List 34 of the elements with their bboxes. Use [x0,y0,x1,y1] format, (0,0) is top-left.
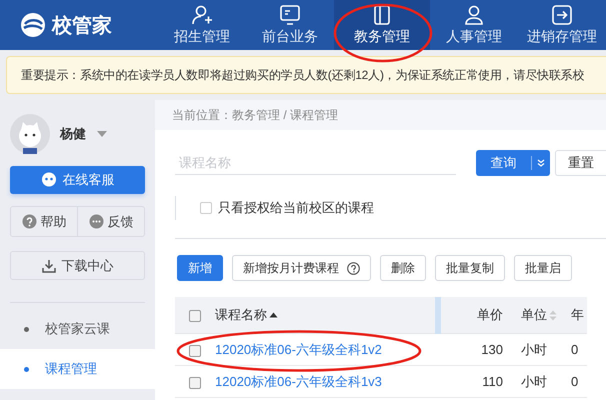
nav-tab[interactable]: 前台业务 [246,0,334,50]
sidebar-menu-item[interactable]: 课程管理 [0,349,155,389]
table-cell: 小时 [521,374,547,388]
nav-tab[interactable]: 人事管理 [430,0,518,50]
reset-button[interactable]: 重置 [554,150,606,176]
user-name: 杨健 [60,125,86,143]
table-cell: 130 [481,342,503,357]
online-service-button[interactable]: 在线客服 [10,166,145,194]
toolbar-button[interactable]: 新增 [177,255,223,281]
toolbar-button[interactable]: 删除 [380,255,426,281]
column-header: 单价 [477,306,503,324]
nav-tab[interactable]: 招生管理 [158,0,246,50]
filter-label: 只看授权给当前校区的课程 [218,199,374,217]
logo-text: 校管家 [52,14,112,38]
breadcrumb: 当前位置：教务管理 / 课程管理 [155,100,606,130]
column-header: 年 [571,306,584,324]
download-center-button[interactable]: 下载中心 [10,251,145,280]
column-header: 课程名称 [215,306,267,324]
course-link[interactable]: 12020标准06-六年级全科1v3 [215,374,382,388]
help-button[interactable]: 帮助 [11,207,77,236]
feedback-button[interactable]: 反馈 [77,207,144,236]
toolbar-button[interactable]: 批量启 [514,255,572,281]
table-cell: 0 [571,342,578,357]
nav-tab[interactable]: 进销存管理 [518,0,606,50]
table-cell: 0 [571,374,578,389]
toolbar-button[interactable]: 新增按月计费课程 [232,255,371,281]
nav-tab[interactable]: 教务管理 [334,0,430,50]
table-cell: 110 [482,374,503,389]
notice-banner: 重要提示：系统中的在读学员人数即将超过购买的学员人数(还剩12人)，为保证系统正常使用，请尽快联系校 [6,56,606,94]
table-cell: 小时 [521,342,547,356]
query-button[interactable]: 查询 [476,150,550,176]
column-header: 单位 [521,306,547,324]
toolbar-button[interactable]: 批量复制 [435,255,505,281]
sidebar-menu-item[interactable]: 校管家云课 [0,309,155,349]
